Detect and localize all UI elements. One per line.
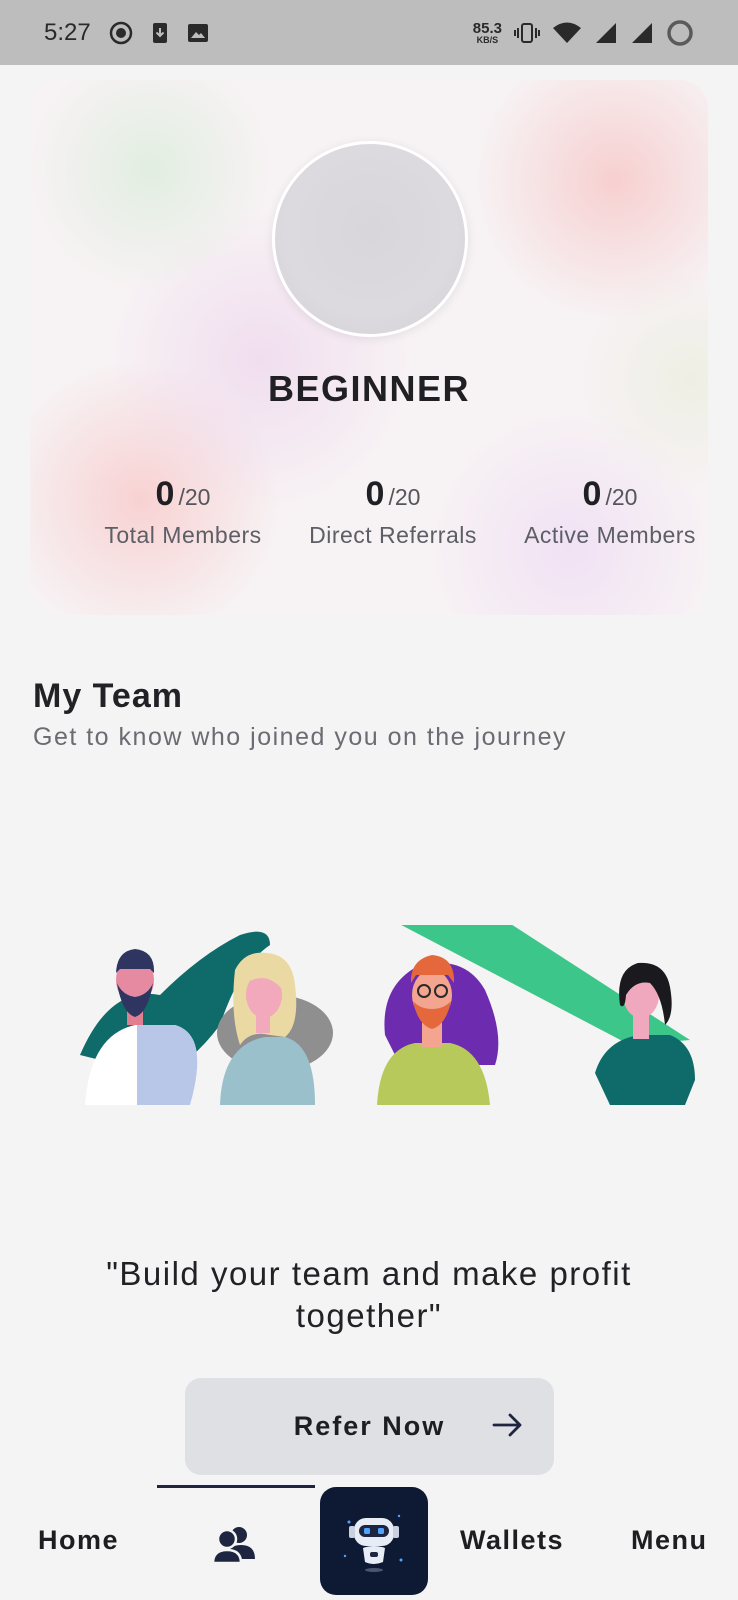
stat-direct-referrals-max: /20 xyxy=(388,484,421,510)
stat-total-members-max: /20 xyxy=(178,484,211,510)
stat-active-members-value-line: 0/20 xyxy=(510,475,708,514)
team-icon xyxy=(211,1527,257,1569)
wifi-icon xyxy=(552,21,582,45)
section-title: My Team xyxy=(33,677,183,715)
nav-home[interactable]: Home xyxy=(38,1525,119,1556)
stat-total-members-value-line: 0/20 xyxy=(83,475,283,514)
status-bar: 5:27 85.3 KB/S xyxy=(0,0,738,65)
refer-now-button[interactable]: Refer Now xyxy=(185,1378,554,1475)
stat-active-members-label: Active Members xyxy=(524,522,696,548)
stat-direct-referrals-value: 0 xyxy=(365,475,385,513)
stat-active-members: 0/20 Active Members xyxy=(510,475,708,549)
stat-active-members-value: 0 xyxy=(582,475,602,513)
stat-active-members-max: /20 xyxy=(605,484,638,510)
stat-total-members: 0/20 Total Members xyxy=(83,475,283,549)
vibrate-icon xyxy=(514,21,540,45)
network-speed-unit: KB/S xyxy=(476,34,499,45)
nav-active-indicator xyxy=(157,1485,315,1488)
signal-icon-2 xyxy=(630,21,654,45)
network-speed-value: 85.3 xyxy=(472,19,502,37)
image-icon xyxy=(187,23,209,43)
rank-title: BEGINNER xyxy=(267,368,471,409)
status-time: 5:27 xyxy=(44,18,91,46)
motivational-quote: "Build your team and make profit togethe… xyxy=(106,1255,632,1334)
robot-assistant-button[interactable] xyxy=(320,1487,428,1595)
stat-total-members-label: Total Members xyxy=(104,522,262,548)
rank-card: BEGINNER 0/20 Total Members 0/20 Direct … xyxy=(30,80,708,615)
nav-wallets[interactable]: Wallets xyxy=(460,1525,564,1556)
download-icon xyxy=(151,22,169,44)
status-left: 5:27 xyxy=(44,19,209,47)
arrow-right-icon xyxy=(492,1411,524,1442)
refer-now-label: Refer Now xyxy=(293,1411,446,1441)
rank-avatar xyxy=(272,141,468,337)
nav-team[interactable] xyxy=(211,1525,257,1570)
robot-icon xyxy=(335,1500,413,1583)
stat-direct-referrals: 0/20 Direct Referrals xyxy=(293,475,493,549)
bottom-nav: Home Wallets Menu xyxy=(0,1485,738,1600)
network-speed: 85.3 KB/S xyxy=(473,21,502,45)
status-right: 85.3 KB/S xyxy=(473,19,694,47)
stat-total-members-value: 0 xyxy=(155,475,175,513)
signal-icon-1 xyxy=(594,21,618,45)
stat-direct-referrals-label: Direct Referrals xyxy=(309,522,477,548)
record-icon xyxy=(109,21,133,45)
team-illustration xyxy=(70,917,710,1105)
section-subtitle: Get to know who joined you on the journe… xyxy=(33,723,568,751)
stat-direct-referrals-value-line: 0/20 xyxy=(293,475,493,514)
nav-menu[interactable]: Menu xyxy=(631,1525,708,1556)
battery-icon xyxy=(666,19,694,47)
